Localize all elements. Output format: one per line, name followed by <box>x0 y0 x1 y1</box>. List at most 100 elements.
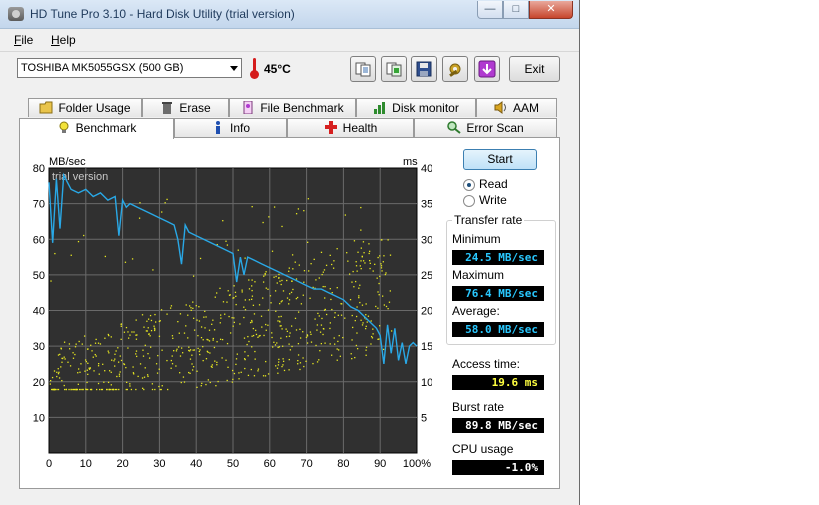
menu-help[interactable]: Help <box>51 33 76 47</box>
access-time-point <box>200 385 202 387</box>
access-time-point <box>378 282 380 285</box>
access-time-point <box>269 295 272 297</box>
access-time-point <box>263 334 265 337</box>
access-time-point <box>114 365 116 367</box>
save-button[interactable] <box>411 56 437 82</box>
access-time-point <box>179 313 182 315</box>
read-radio[interactable] <box>463 179 475 191</box>
menu-file[interactable]: File <box>14 33 33 47</box>
tab-file-benchmark[interactable]: File Benchmark <box>229 98 356 117</box>
close-button[interactable]: ✕ <box>529 1 573 19</box>
access-time-point <box>132 372 135 374</box>
access-time-point <box>99 343 102 345</box>
access-time-point <box>381 295 384 297</box>
access-time-point <box>141 314 144 316</box>
access-time-point <box>338 349 340 351</box>
access-time-point <box>294 261 296 263</box>
access-time-point <box>97 365 100 367</box>
minimize-to-tray-button[interactable] <box>474 56 500 82</box>
access-time-point <box>248 279 250 281</box>
access-time-point <box>72 357 75 359</box>
y-tick-left-label: 50 <box>33 270 45 282</box>
access-time-point <box>222 301 225 303</box>
access-time-point <box>235 303 237 306</box>
access-time-point <box>204 310 206 313</box>
access-time-point <box>331 291 333 294</box>
write-radio[interactable] <box>463 195 475 207</box>
access-time-point <box>97 342 100 344</box>
access-time-point <box>158 368 160 370</box>
access-time-point <box>379 255 381 257</box>
access-time-point <box>307 241 309 243</box>
start-button[interactable]: Start <box>463 149 537 170</box>
access-time-point <box>206 350 208 353</box>
access-time-point <box>255 333 258 336</box>
access-time-point <box>276 342 278 344</box>
tab-disk-monitor[interactable]: Disk monitor <box>356 98 476 117</box>
access-time-point <box>126 388 128 391</box>
access-time-point <box>56 388 58 391</box>
access-time-point <box>303 281 305 283</box>
tab-benchmark[interactable]: Benchmark <box>19 118 174 139</box>
access-time-point <box>212 319 214 321</box>
access-time-point <box>108 370 111 372</box>
access-time-point <box>129 383 131 385</box>
access-time-point <box>369 259 371 262</box>
tab-erase[interactable]: Erase <box>142 98 229 117</box>
copy-info-button[interactable] <box>350 56 376 82</box>
access-time-point <box>200 326 203 328</box>
access-time-point <box>94 342 97 344</box>
access-time-point <box>152 269 154 271</box>
access-time-point <box>250 368 252 371</box>
copy-screenshot-button[interactable] <box>381 56 407 82</box>
access-time-point <box>364 262 366 264</box>
access-time-point <box>131 331 133 333</box>
burst-rate-value: 89.8 MB/sec <box>452 418 544 433</box>
access-time-point <box>252 334 255 337</box>
access-time-point <box>191 354 193 356</box>
access-time-point <box>154 313 156 316</box>
access-time-point <box>315 344 317 347</box>
access-time-point <box>297 208 300 210</box>
access-time-point <box>253 375 256 377</box>
access-time-point <box>295 213 298 215</box>
access-time-point <box>356 332 358 334</box>
access-time-point <box>104 255 107 258</box>
access-time-point <box>378 294 380 296</box>
tab-health[interactable]: Health <box>287 118 414 137</box>
access-time-point <box>379 325 381 327</box>
access-time-point <box>310 263 312 265</box>
drive-select[interactable]: TOSHIBA MK5055GSX (500 GB) <box>17 58 242 78</box>
access-time-point <box>288 343 290 345</box>
exit-button[interactable]: Exit <box>509 56 560 82</box>
access-time-point <box>382 261 384 263</box>
access-time-point <box>243 306 245 308</box>
tab-aam[interactable]: AAM <box>476 98 557 117</box>
tab-info[interactable]: Info <box>174 118 287 137</box>
access-time-point <box>265 323 267 326</box>
access-time-point <box>196 319 198 321</box>
access-time-point <box>365 314 367 316</box>
access-time-point <box>214 296 216 298</box>
access-time-point <box>118 375 121 377</box>
access-time-point <box>70 388 72 391</box>
tab-folder-usage[interactable]: Folder Usage <box>28 98 142 117</box>
access-time-point <box>265 360 267 363</box>
access-time-point <box>70 254 72 256</box>
access-time-point <box>219 338 222 340</box>
tab-error-scan[interactable]: Error Scan <box>414 118 557 137</box>
access-time-point <box>170 359 172 362</box>
minimize-button[interactable]: — <box>477 1 503 19</box>
access-time-point <box>231 317 233 319</box>
access-time-point <box>248 299 251 301</box>
access-time-point <box>354 319 356 322</box>
access-time-point <box>323 328 325 330</box>
options-button[interactable] <box>442 56 468 82</box>
access-time-point <box>249 321 252 324</box>
access-time-point <box>376 277 378 279</box>
access-time-point <box>193 329 196 331</box>
title-bar[interactable]: HD Tune Pro 3.10 - Hard Disk Utility (tr… <box>0 0 579 29</box>
maximize-button[interactable]: □ <box>503 1 529 19</box>
access-time-point <box>237 249 239 251</box>
access-time-point <box>135 388 137 391</box>
